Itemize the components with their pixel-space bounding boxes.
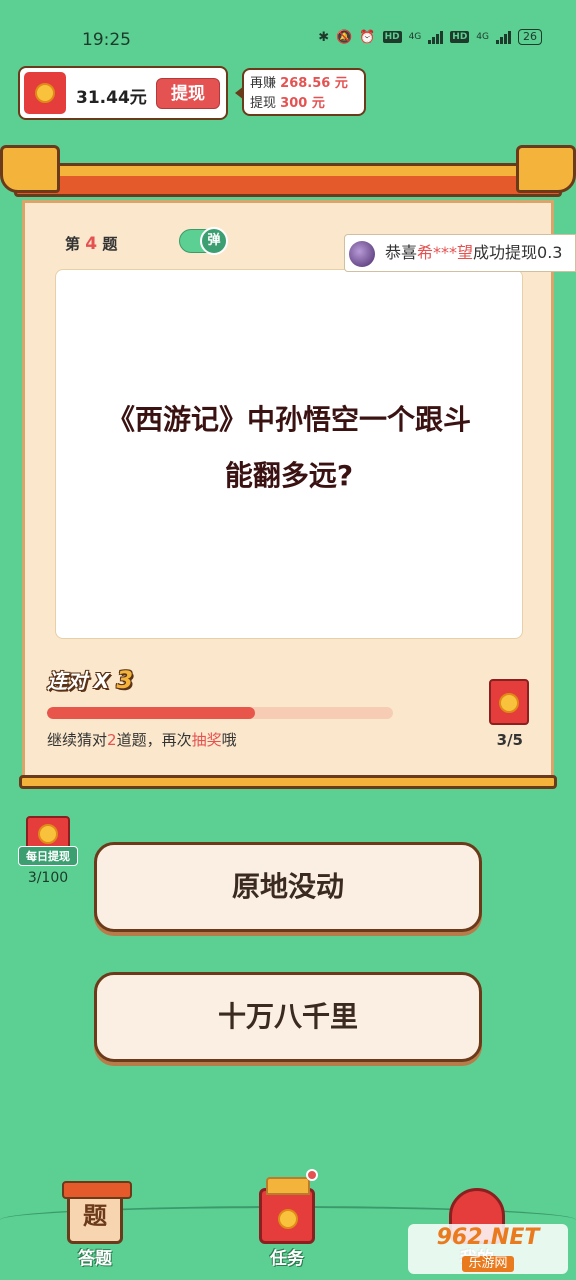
earn-tip-bubble: 再赚 268.56 元 提现 300 元 <box>235 68 366 116</box>
watermark-brand: 962.NET <box>436 1225 540 1250</box>
daily-withdraw-count: 3/100 <box>27 870 69 886</box>
answer-option-2[interactable]: 十万八千里 <box>94 972 482 1062</box>
board-rod <box>19 775 557 789</box>
qa-icon: 题 <box>62 1181 132 1244</box>
status-time: 19:25 <box>82 30 131 50</box>
question-card: 《西游记》中孙悟空一个跟斗能翻多远? <box>55 269 523 639</box>
hd-icon: HD <box>382 31 402 43</box>
nav-item-qa[interactable]: 题 答题 <box>50 1181 140 1269</box>
battery-icon: 26 <box>518 29 542 45</box>
notification-dot <box>306 1169 318 1181</box>
lottery-hint: 继续猜对2道题，再次抽奖哦 <box>47 731 237 749</box>
nav-label-qa: 答题 <box>78 1249 112 1269</box>
danmu-toggle[interactable]: 弹 <box>179 227 228 255</box>
watermark-site: 乐游网 <box>462 1256 514 1272</box>
bluetooth-icon: ✱ <box>318 29 330 45</box>
avatar <box>349 241 375 267</box>
network-label-2: 4G <box>476 32 489 42</box>
streak-progress-fill <box>47 707 255 719</box>
signal-icon <box>428 30 444 44</box>
question-board: 第 4 题 弹 答对 3 《西游记》中孙悟空一个跟斗能翻多远? 连对 X 3 继… <box>19 200 557 789</box>
signal-icon-2 <box>496 30 511 44</box>
reward-count: 3/5 <box>496 731 523 749</box>
question-text: 《西游记》中孙悟空一个跟斗能翻多远? <box>106 403 471 492</box>
earn-value: 268.56 元 <box>280 76 348 91</box>
watermark-logo: 962.NET 乐游网 <box>408 1224 568 1274</box>
withdraw-ticker: 恭喜希***望成功提现0.3 <box>344 234 576 272</box>
task-icon <box>259 1169 318 1244</box>
hd-icon-2: HD <box>450 31 470 43</box>
reward-envelope-icon[interactable] <box>489 679 529 725</box>
alarm-icon: ⏰ <box>359 29 376 45</box>
streak-label: 连对 X 3 <box>47 666 134 694</box>
wallet-amount: 31.44元 <box>76 88 147 108</box>
withdraw-prefix: 提现 <box>250 96 277 111</box>
question-number: 第 4 题 <box>65 234 118 254</box>
roof-decoration <box>0 145 576 205</box>
answer-option-1[interactable]: 原地没动 <box>94 842 482 932</box>
daily-withdraw-tag: 每日提现 <box>18 846 78 866</box>
daily-withdraw-button[interactable]: 每日提现 3/100 <box>18 814 78 890</box>
withdraw-value: 300 元 <box>280 96 325 111</box>
streak-count: 3 <box>116 666 134 694</box>
wallet-card[interactable]: 31.44元 提现 <box>18 66 228 120</box>
nav-label-task: 任务 <box>270 1249 304 1269</box>
status-icons: ✱ 🔕 ⏰ HD 4G HD 4G 26 <box>318 29 542 45</box>
question-number-value: 4 <box>85 234 98 254</box>
streak-progress-bar <box>47 707 393 719</box>
danmu-toggle-knob: 弹 <box>200 227 228 255</box>
nav-item-task[interactable]: 任务 <box>242 1169 332 1269</box>
mute-icon: 🔕 <box>336 29 353 45</box>
withdraw-button[interactable]: 提现 <box>156 78 220 109</box>
earn-prefix: 再赚 <box>250 76 277 91</box>
red-envelope-icon <box>24 72 66 114</box>
network-label-1: 4G <box>408 32 422 42</box>
